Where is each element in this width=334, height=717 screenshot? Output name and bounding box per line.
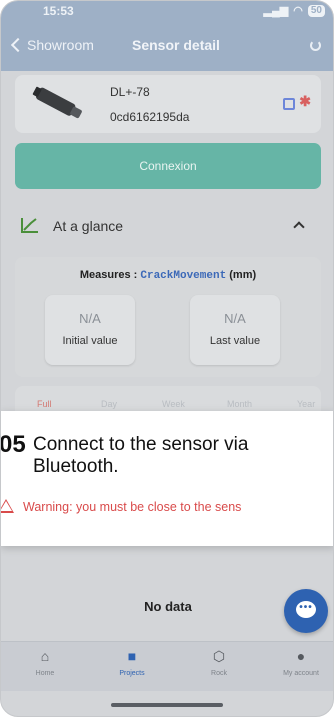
tab-rock-label: Rock: [211, 670, 227, 677]
sensor-name: DL+-78: [110, 85, 150, 99]
tab-my-account-label: My account: [283, 670, 319, 677]
last-value: N/A: [224, 311, 246, 326]
measures-unit: (mm): [229, 269, 257, 281]
nav-bar: Showroom Sensor detail: [1, 21, 333, 71]
phone-screen: 15:53 ▂▄▆ ◠ 50 Showroom Sensor detail DL…: [0, 0, 334, 717]
back-button[interactable]: Showroom: [10, 37, 94, 53]
home-indicator: [111, 703, 223, 707]
period-tab-day[interactable]: Day: [101, 399, 117, 409]
tab-my-account[interactable]: ● My account: [271, 648, 331, 677]
chat-dots-icon: •••: [299, 602, 313, 613]
briefcase-icon: ■: [127, 648, 137, 664]
initial-value-box: N/A Initial value: [45, 295, 135, 365]
tutorial-step-number: 05: [0, 431, 26, 458]
initial-value-label: Initial value: [62, 335, 118, 347]
home-icon: ⌂: [40, 648, 50, 664]
tab-home-label: Home: [35, 670, 55, 677]
trend-chart-icon: [21, 218, 38, 233]
chat-button[interactable]: •••: [284, 589, 328, 633]
back-label: Showroom: [27, 37, 94, 53]
measures-metric[interactable]: CrackMovement: [140, 270, 226, 282]
status-icons: ▂▄▆ ◠ 50: [264, 4, 325, 17]
battery-icon: 50: [307, 4, 325, 17]
measures-title: Measures : CrackMovement (mm): [15, 269, 321, 282]
sensor-card: DL+-78 0cd6162195da ✱: [15, 75, 321, 133]
at-a-glance-header[interactable]: At a glance: [15, 201, 321, 251]
status-time: 15:53: [43, 4, 74, 18]
status-bar: 15:53 ▂▄▆ ◠ 50: [1, 1, 333, 21]
wifi-icon: ◠: [293, 5, 303, 17]
tab-projects-label: Projects: [119, 670, 145, 677]
bottom-tab-bar: ⌂ Home ■ Projects ⬡ Rock ● My account: [1, 641, 333, 691]
measures-prefix: Measures :: [79, 269, 141, 281]
refresh-icon[interactable]: [310, 40, 321, 51]
bluetooth-off-icon: ✱: [299, 93, 311, 109]
last-value-box: N/A Last value: [190, 295, 280, 365]
period-tab-year[interactable]: Year: [297, 399, 315, 409]
signal-icon: ▂▄▆: [263, 5, 289, 17]
rock-icon: ⬡: [212, 648, 226, 664]
last-value-label: Last value: [209, 335, 261, 347]
tutorial-warning: Warning: you must be close to the sens: [23, 500, 242, 514]
connect-button[interactable]: Connexion: [15, 143, 321, 189]
initial-value: N/A: [79, 311, 101, 326]
user-icon: ●: [296, 648, 306, 664]
tab-home[interactable]: ⌂ Home: [15, 648, 75, 677]
page-title: Sensor detail: [132, 37, 220, 53]
tab-projects[interactable]: ■ Projects: [102, 648, 162, 677]
at-a-glance-label: At a glance: [53, 218, 124, 234]
sensor-id: 0cd6162195da: [110, 110, 190, 124]
tab-rock[interactable]: ⬡ Rock: [189, 648, 249, 677]
period-tab-week[interactable]: Week: [162, 399, 185, 409]
chevron-left-icon: [10, 37, 26, 53]
tutorial-step-text: Connect to the sensor via Bluetooth.: [33, 434, 249, 477]
period-tab-month[interactable]: Month: [227, 399, 252, 409]
edit-icon[interactable]: [283, 98, 295, 110]
period-tab-full[interactable]: Full: [37, 399, 52, 409]
tutorial-tooltip: 05 Connect to the sensor via Bluetooth. …: [0, 411, 333, 546]
chevron-up-icon: [293, 221, 305, 233]
sensor-image: [32, 86, 82, 119]
warning-icon: [1, 499, 14, 513]
measures-panel: Measures : CrackMovement (mm) N/A Initia…: [15, 257, 321, 377]
